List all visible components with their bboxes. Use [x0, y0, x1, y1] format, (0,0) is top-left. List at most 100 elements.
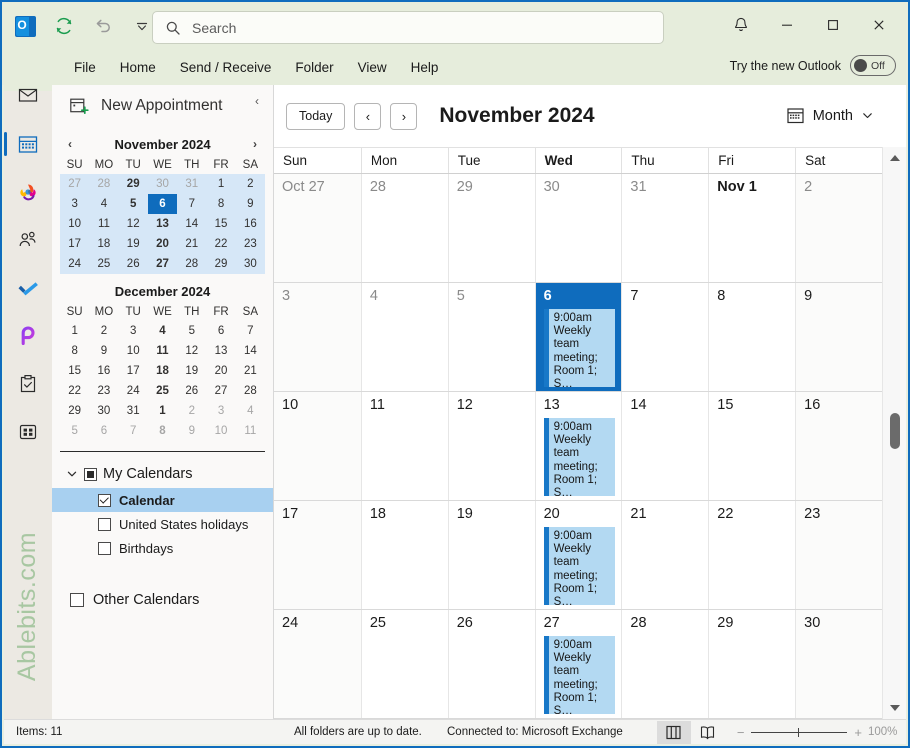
day-cell[interactable]: 30 [795, 610, 882, 718]
rail-item-copilot[interactable] [4, 170, 52, 214]
calendar-item-birthdays[interactable]: Birthdays [52, 536, 273, 560]
next-period-button[interactable]: › [390, 102, 418, 130]
my-calendars-checkbox[interactable] [84, 467, 97, 481]
day-cell[interactable]: 17 [274, 501, 361, 609]
mini-day-cell[interactable]: 4 [89, 194, 118, 214]
day-cell[interactable]: Oct 27 [274, 174, 361, 282]
weekday-header-sun[interactable]: Sun [274, 148, 361, 173]
mini-day-cell[interactable]: 28 [236, 381, 265, 401]
maximize-button[interactable] [810, 9, 856, 41]
day-cell[interactable]: 21 [621, 501, 709, 609]
calendar-event[interactable]: 9:00am Weekly team meeting; Room 1; S… [543, 418, 616, 496]
mini-day-cell[interactable]: 3 [206, 401, 235, 421]
mini-day-cell[interactable]: 9 [236, 194, 265, 214]
mini-day-cell[interactable]: 21 [177, 234, 206, 254]
mini-day-cell[interactable]: 2 [89, 321, 118, 341]
day-cell[interactable]: 9 [795, 283, 882, 391]
mini-day-cell[interactable]: 4 [236, 401, 265, 421]
mini-day-cell[interactable]: 29 [206, 254, 235, 274]
mini-day-cell[interactable]: 13 [206, 341, 235, 361]
mini-day-cell[interactable]: 8 [148, 421, 177, 441]
calendar-scrollbar[interactable] [882, 147, 906, 719]
mini-day-cell[interactable]: 24 [60, 254, 89, 274]
new-outlook-toggle[interactable]: Off [850, 55, 896, 76]
calendar-item-us-holidays[interactable]: United States holidays [52, 512, 273, 536]
mini-day-cell[interactable]: 11 [148, 341, 177, 361]
mini-day-cell[interactable]: 30 [236, 254, 265, 274]
calendar-checkbox[interactable] [98, 493, 111, 507]
mini-day-cell[interactable]: 17 [60, 234, 89, 254]
mini-day-cell[interactable]: 24 [119, 381, 148, 401]
day-cell[interactable]: 2 [795, 174, 882, 282]
notifications-icon[interactable] [718, 9, 764, 41]
mini-day-cell[interactable]: 7 [119, 421, 148, 441]
mini-day-cell[interactable]: 12 [119, 214, 148, 234]
mini-day-cell[interactable]: 1 [148, 401, 177, 421]
mini-day-cell[interactable]: 27 [148, 254, 177, 274]
outlook-logo-icon[interactable] [12, 13, 38, 39]
weekday-header-tue[interactable]: Tue [447, 148, 535, 173]
mini-day-cell[interactable]: 25 [89, 254, 118, 274]
collapse-navpane-icon[interactable]: ‹ [248, 92, 266, 110]
day-cell[interactable]: 29 [708, 610, 796, 718]
day-cell[interactable]: 12 [447, 392, 535, 500]
scroll-down-arrow[interactable] [883, 697, 907, 719]
mini-day-cell[interactable]: 7 [236, 321, 265, 341]
rail-item-tasks[interactable] [4, 362, 52, 406]
zoom-in-button[interactable]: + [854, 725, 862, 740]
zoom-out-button[interactable]: − [737, 725, 745, 740]
rail-item-calendar[interactable] [4, 122, 52, 166]
mini-day-cell[interactable]: 1 [206, 174, 235, 194]
day-cell[interactable]: 20 9:00am Weekly team meeting; Room 1; S… [534, 501, 622, 609]
mini-day-cell[interactable]: 17 [119, 361, 148, 381]
day-cell[interactable]: 4 [360, 283, 448, 391]
tab-folder[interactable]: Folder [283, 55, 345, 81]
day-cell[interactable]: Nov 1 [708, 174, 796, 282]
day-cell[interactable]: 11 [360, 392, 448, 500]
previous-period-button[interactable]: ‹ [354, 102, 382, 130]
mini-day-cell[interactable]: 22 [60, 381, 89, 401]
mini-day-cell[interactable]: 6 [206, 321, 235, 341]
scroll-up-arrow[interactable] [883, 147, 907, 169]
mini-day-cell[interactable]: 26 [177, 381, 206, 401]
new-appointment-button[interactable]: New Appointment [52, 85, 273, 127]
mini-day-cell[interactable]: 28 [177, 254, 206, 274]
rail-item-people[interactable] [4, 218, 52, 262]
day-cell[interactable]: 14 [621, 392, 709, 500]
mini-day-cell[interactable]: 7 [177, 194, 206, 214]
reading-view-button[interactable] [691, 721, 725, 744]
mini-day-cell[interactable]: 29 [119, 174, 148, 194]
mini-day-cell[interactable]: 3 [119, 321, 148, 341]
day-cell[interactable]: 24 [274, 610, 361, 718]
mini-day-cell[interactable]: 31 [119, 401, 148, 421]
send-receive-icon[interactable] [51, 13, 77, 39]
rail-item-viva-insights[interactable] [4, 314, 52, 358]
day-cell[interactable]: 8 [708, 283, 796, 391]
day-cell[interactable]: 10 [274, 392, 361, 500]
mini-day-cell[interactable]: 21 [236, 361, 265, 381]
mini-day-cell[interactable]: 5 [60, 421, 89, 441]
rail-item-todo[interactable] [4, 266, 52, 310]
mini-day-cell[interactable]: 30 [148, 174, 177, 194]
day-cell[interactable]: 27 9:00am Weekly team meeting; Room 1; S… [534, 610, 622, 718]
day-cell[interactable]: 23 [795, 501, 882, 609]
mini-day-cell[interactable]: 27 [206, 381, 235, 401]
mini-day-cell[interactable]: 30 [89, 401, 118, 421]
day-cell[interactable]: 30 [534, 174, 622, 282]
tab-help[interactable]: Help [399, 55, 451, 81]
minimize-button[interactable] [764, 9, 810, 41]
my-calendars-group[interactable]: My Calendars [52, 460, 273, 488]
other-calendars-checkbox[interactable] [70, 593, 84, 607]
mini-day-cell[interactable]: 9 [89, 341, 118, 361]
mini-day-cell[interactable]: 20 [206, 361, 235, 381]
mini-day-cell[interactable]: 31 [177, 174, 206, 194]
tab-view[interactable]: View [346, 55, 399, 81]
mini-day-cell[interactable]: 13 [148, 214, 177, 234]
weekday-header-mon[interactable]: Mon [360, 148, 448, 173]
close-button[interactable] [856, 9, 902, 41]
mini-day-cell[interactable]: 15 [60, 361, 89, 381]
mini-day-cell[interactable]: 10 [119, 341, 148, 361]
mini-day-cell[interactable]: 11 [89, 214, 118, 234]
undo-icon[interactable] [90, 13, 116, 39]
day-cell[interactable]: 7 [621, 283, 709, 391]
